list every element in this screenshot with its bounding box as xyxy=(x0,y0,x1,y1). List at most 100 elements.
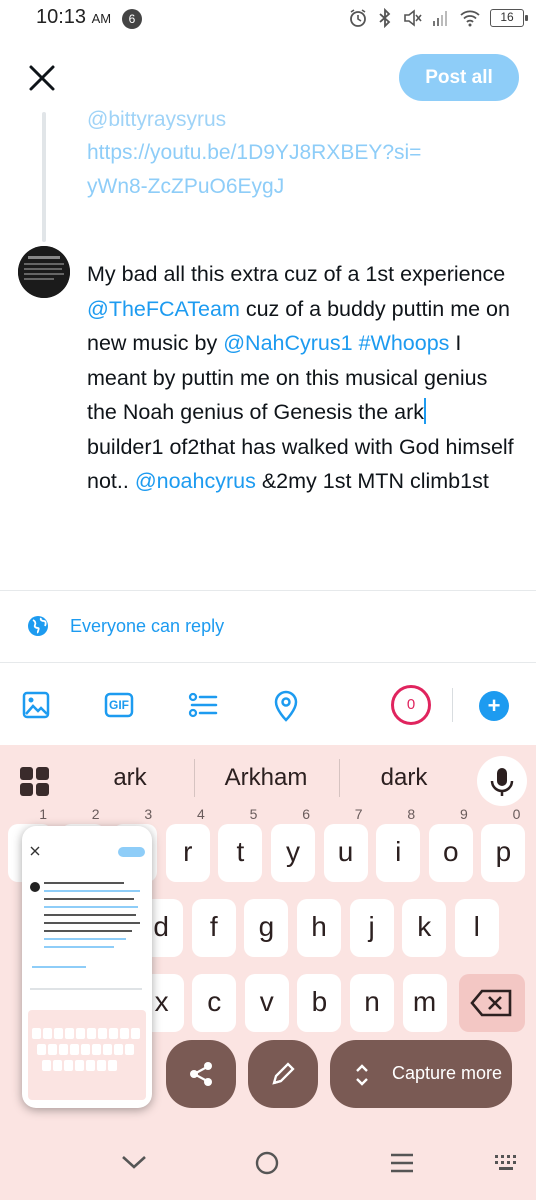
add-post-button[interactable]: + xyxy=(479,691,509,721)
thumbnail-key xyxy=(131,1028,140,1039)
link-line: yWn8-ZcZPuO6EygJ xyxy=(87,175,285,198)
key-j[interactable]: j xyxy=(349,899,394,957)
mute-icon xyxy=(404,9,422,27)
thumbnail-key xyxy=(87,1028,96,1039)
thumbnail-key xyxy=(54,1028,63,1039)
capture-more-button[interactable]: Capture more xyxy=(330,1040,512,1108)
post-text-segment: &2my 1st MTN climb1st xyxy=(255,469,489,493)
status-bar: 10:13 AM 6 16 xyxy=(0,0,536,40)
key-b[interactable]: b xyxy=(297,974,342,1032)
thumbnail-key xyxy=(70,1044,79,1055)
mention-link: #Whoops xyxy=(358,331,450,355)
key-number-hint: 8 xyxy=(407,806,416,822)
key-v[interactable]: v xyxy=(244,974,289,1032)
system-nav-bar xyxy=(0,1130,536,1200)
key-u[interactable]: u7 xyxy=(323,807,368,882)
key-p[interactable]: p0 xyxy=(481,807,526,882)
add-gif-button[interactable]: GIF xyxy=(101,687,137,723)
thumbnail-text-line xyxy=(44,882,124,884)
thumbnail-text-line xyxy=(44,890,140,892)
divider xyxy=(0,662,536,663)
close-icon xyxy=(29,65,55,91)
thumbnail-text-line xyxy=(44,906,138,908)
key-label: h xyxy=(311,911,327,942)
key-f[interactable]: f xyxy=(191,899,236,957)
thumbnail-text-line xyxy=(30,988,142,990)
thumbnail-key xyxy=(103,1044,112,1055)
thumbnail-key xyxy=(42,1060,51,1071)
key-label: x xyxy=(154,986,169,1017)
key-k[interactable]: k xyxy=(402,899,447,957)
thread-connector-line xyxy=(42,112,46,242)
key-o[interactable]: o9 xyxy=(428,807,473,882)
key-label: k xyxy=(417,911,432,942)
avatar-image xyxy=(18,246,70,298)
add-location-button[interactable] xyxy=(268,687,304,723)
key-label: g xyxy=(258,911,275,942)
capture-more-label: Capture more xyxy=(392,1063,503,1083)
key-label: m xyxy=(412,986,437,1017)
key-r[interactable]: r4 xyxy=(165,807,210,882)
thumbnail-post-all xyxy=(118,847,145,857)
key-label: u xyxy=(337,836,354,867)
thumbnail-key xyxy=(75,1060,84,1071)
suggestion-2[interactable]: Arkham xyxy=(201,764,331,792)
key-number-hint: 4 xyxy=(197,806,205,822)
avatar xyxy=(18,246,70,298)
key-h[interactable]: h xyxy=(297,899,341,957)
voice-input-button[interactable] xyxy=(477,756,527,806)
thumbnail-key xyxy=(37,1044,46,1055)
key-number-hint: 3 xyxy=(144,806,153,822)
home-icon[interactable] xyxy=(254,1150,280,1176)
link-line: https://youtu.be/1D9YJ8RXBEY?si= xyxy=(87,141,422,164)
previous-post-link[interactable]: https://youtu.be/1D9YJ8RXBEY?si= yWn8-Zc… xyxy=(87,136,507,204)
key-n[interactable]: n xyxy=(350,974,394,1032)
key-l[interactable]: l xyxy=(454,899,499,957)
post-text-input[interactable]: My bad all this extra cuz of a 1st exper… xyxy=(87,257,517,499)
mention-link: @TheFCATeam xyxy=(87,296,240,321)
key-g[interactable]: g xyxy=(244,899,289,957)
image-icon xyxy=(22,691,50,719)
key-number-hint: 7 xyxy=(354,806,363,822)
key-label: f xyxy=(209,911,218,942)
key-c[interactable]: c xyxy=(192,974,237,1032)
thumbnail-key xyxy=(114,1044,123,1055)
thumbnail-key xyxy=(92,1044,101,1055)
close-button[interactable] xyxy=(22,58,62,98)
toolbar-separator xyxy=(452,688,453,722)
recents-icon[interactable] xyxy=(389,1152,415,1174)
key-label: r xyxy=(183,836,193,867)
thumbnail-text-line xyxy=(44,922,140,924)
thumbnail-key xyxy=(97,1060,106,1071)
signal-icon xyxy=(433,11,447,26)
suggestion-1[interactable]: ark xyxy=(65,764,195,792)
keyboard-menu-button[interactable] xyxy=(20,767,50,797)
reply-setting-button[interactable]: Everyone can reply xyxy=(26,614,224,638)
poll-icon xyxy=(188,692,218,718)
thumbnail-key xyxy=(65,1028,74,1039)
previous-post-handle[interactable]: @bittyraysyrus xyxy=(87,108,226,130)
screenshot-thumbnail[interactable] xyxy=(22,826,152,1108)
mention-link: @noahcyrus xyxy=(134,469,256,493)
thumbnail-text-line xyxy=(44,898,134,900)
back-icon[interactable] xyxy=(120,1152,148,1172)
keyboard-switch-icon[interactable] xyxy=(494,1154,520,1172)
share-screenshot-button[interactable] xyxy=(166,1040,236,1108)
mention-link: @NahCyrus1 xyxy=(223,331,353,355)
thumbnail-text-line xyxy=(44,914,136,916)
key-m[interactable]: m xyxy=(402,974,447,1032)
key-i[interactable]: i8 xyxy=(376,807,421,882)
thumbnail-key xyxy=(76,1028,85,1039)
suggestion-3[interactable]: dark xyxy=(339,764,469,792)
key-t[interactable]: t5 xyxy=(218,807,263,882)
globe-icon xyxy=(28,616,48,636)
post-all-button[interactable]: Post all xyxy=(399,54,519,101)
add-image-button[interactable] xyxy=(18,687,54,723)
thumbnail-text-line xyxy=(32,966,86,968)
key-y[interactable]: y6 xyxy=(271,807,315,882)
add-poll-button[interactable] xyxy=(185,687,221,723)
thumbnail-avatar xyxy=(30,882,40,892)
edit-screenshot-button[interactable] xyxy=(248,1040,318,1108)
backspace-key[interactable] xyxy=(459,974,525,1032)
post-text-segment: My bad all this extra cuz of a 1st exper… xyxy=(87,262,506,286)
